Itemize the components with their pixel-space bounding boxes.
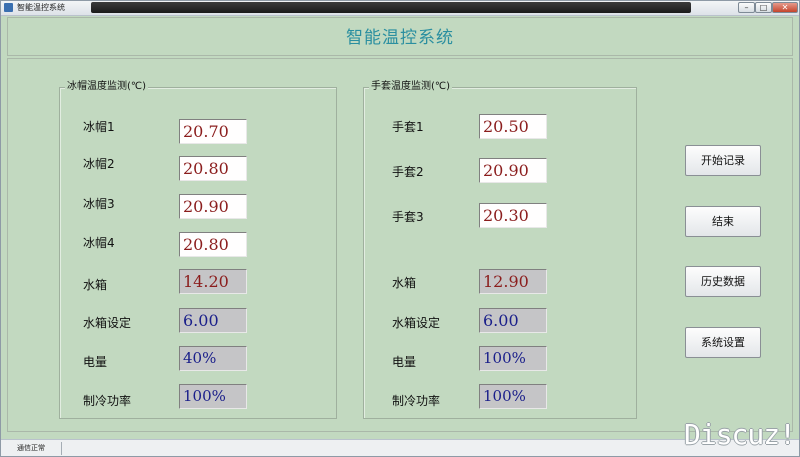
app-window: 智能温控系统 – □ ✕ 智能温控系统 冰帽温度监测(℃) 冰帽1 20.70 … xyxy=(0,0,800,457)
start-record-button[interactable]: 开始记录 xyxy=(685,145,761,176)
cap-water-tank-label: 水箱 xyxy=(83,278,108,292)
page-title: 智能温控系统 xyxy=(346,28,454,48)
cap-battery-label: 电量 xyxy=(83,355,108,369)
cap-tank-setpoint-label: 水箱设定 xyxy=(83,316,132,330)
cap4-temperature-field[interactable]: 20.80 xyxy=(179,232,247,257)
glove3-label: 手套3 xyxy=(392,210,424,224)
glove3-temperature-field[interactable]: 20.30 xyxy=(479,203,547,228)
cap3-label: 冰帽3 xyxy=(83,197,115,211)
cap-battery-value: 40% xyxy=(179,346,247,371)
glove-water-tank-value: 12.90 xyxy=(479,269,547,294)
glove-tank-setpoint-label: 水箱设定 xyxy=(392,316,441,330)
window-title: 智能温控系统 xyxy=(17,3,65,12)
cap4-label: 冰帽4 xyxy=(83,236,115,250)
cap-water-tank-value: 14.20 xyxy=(179,269,247,294)
close-button[interactable]: ✕ xyxy=(772,2,798,13)
glove-water-tank-label: 水箱 xyxy=(392,276,417,290)
glove-battery-label: 电量 xyxy=(392,355,417,369)
glove1-temperature-field[interactable]: 20.50 xyxy=(479,114,547,139)
glove1-label: 手套1 xyxy=(392,120,424,134)
status-text: 通信正常 xyxy=(17,444,45,452)
cap1-temperature-field[interactable]: 20.70 xyxy=(179,119,247,144)
glove-battery-value: 100% xyxy=(479,346,547,371)
minimize-button[interactable]: – xyxy=(738,2,755,13)
cap3-temperature-field[interactable]: 20.90 xyxy=(179,194,247,219)
glove-cooling-power-label: 制冷功率 xyxy=(392,394,441,408)
cap-cooling-power-value: 100% xyxy=(179,384,247,409)
cap-tank-setpoint-value: 6.00 xyxy=(179,308,247,333)
title-bar[interactable]: 智能温控系统 – □ ✕ xyxy=(1,1,799,16)
glove-tank-setpoint-value: 6.00 xyxy=(479,308,547,333)
app-icon xyxy=(4,3,13,12)
history-data-button[interactable]: 历史数据 xyxy=(685,266,761,297)
status-divider xyxy=(61,442,62,455)
glove2-label: 手套2 xyxy=(392,165,424,179)
glove-group-title: 手套温度监测(℃) xyxy=(369,80,453,94)
status-bar: 通信正常 xyxy=(1,439,799,456)
end-button[interactable]: 结束 xyxy=(685,206,761,237)
header-panel: 智能温控系统 xyxy=(7,17,793,56)
glove-cooling-power-value: 100% xyxy=(479,384,547,409)
system-settings-button[interactable]: 系统设置 xyxy=(685,327,761,358)
title-bar-dark-area xyxy=(91,2,691,13)
cap2-label: 冰帽2 xyxy=(83,157,115,171)
cap2-temperature-field[interactable]: 20.80 xyxy=(179,156,247,181)
maximize-button[interactable]: □ xyxy=(755,2,772,13)
cap1-label: 冰帽1 xyxy=(83,120,115,134)
cap-group-title: 冰帽温度监测(℃) xyxy=(65,80,149,94)
cap-cooling-power-label: 制冷功率 xyxy=(83,394,132,408)
discuz-watermark: Discuz! xyxy=(683,418,796,451)
glove2-temperature-field[interactable]: 20.90 xyxy=(479,158,547,183)
